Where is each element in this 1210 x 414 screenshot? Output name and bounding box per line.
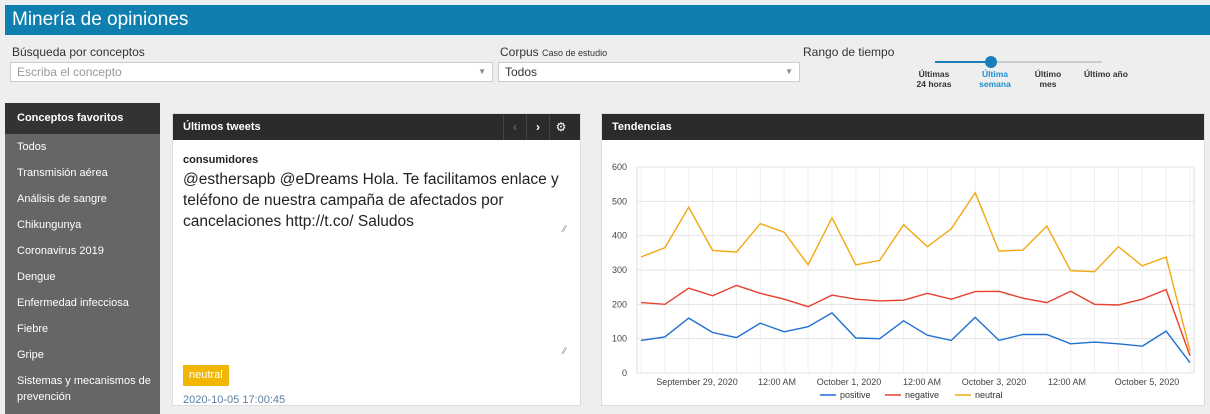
series-line-negative: [640, 284, 1191, 357]
concept-search-input[interactable]: Escriba el concepto ▼: [10, 62, 493, 82]
legend-label-neutral: neutral: [975, 390, 1003, 400]
corpus-label: Corpus Caso de estudio: [500, 45, 607, 59]
sentiment-badge: neutral: [183, 365, 229, 386]
corpus-select-value: Todos: [505, 65, 538, 79]
trends-panel: Tendencias 0 100 200 300 400 500 600 September …: [601, 113, 1205, 406]
sidebar-item-analisis-de-sangre[interactable]: Análisis de sangre: [5, 186, 160, 212]
sidebar-item-coronavirus-2019[interactable]: Coronavirus 2019: [5, 238, 160, 264]
sidebar-item-todos[interactable]: Todos: [5, 134, 160, 160]
sidebar-item-dengue[interactable]: Dengue: [5, 264, 160, 290]
corpus-select[interactable]: Todos ▼: [498, 62, 800, 82]
filter-bar: Búsqueda por conceptos Escriba el concep…: [5, 35, 1210, 103]
corpus-label-text: Corpus: [500, 45, 539, 59]
corpus-sublabel: Caso de estudio: [542, 48, 608, 58]
trends-panel-header: Tendencias: [602, 114, 1204, 140]
chevron-down-icon: ▼: [478, 67, 486, 76]
favorites-sidebar: Conceptos favoritos Todos Transmisión aé…: [5, 103, 160, 414]
legend-label-positive: positive: [840, 390, 871, 400]
range-option-week[interactable]: Última semana: [975, 69, 1015, 89]
chevron-right-icon[interactable]: ›: [526, 114, 549, 140]
tweet-text: @esthersapb @eDreams Hola. Te facilitamo…: [183, 171, 559, 230]
app-title-bar: Minería de opiniones: [5, 5, 1210, 35]
trends-chart: 0 100 200 300 400 500 600 September 29, 2020 12:…: [612, 162, 1195, 400]
range-option-month[interactable]: Último mes: [1033, 69, 1063, 89]
chevron-left-icon[interactable]: ‹: [503, 114, 526, 140]
y-tick-label: 200: [612, 299, 627, 309]
x-tick-label: 12:00 AM: [903, 377, 941, 387]
sidebar-item-gripe[interactable]: Gripe: [5, 342, 160, 368]
legend-label-negative: negative: [905, 390, 939, 400]
sidebar-item-enfermedad-infecciosa[interactable]: Enfermedad infecciosa: [5, 290, 160, 316]
sidebar-item-sistemas-prevencion[interactable]: Sistemas y mecanismos de prevención: [5, 368, 160, 408]
x-tick-label: October 5, 2020: [1115, 377, 1180, 387]
tweet-date: 2020-10-05 17:00:45: [183, 394, 286, 406]
concept-search-placeholder: Escriba el concepto: [17, 65, 122, 79]
y-tick-label: 600: [612, 162, 627, 172]
range-option-24h[interactable]: Últimas 24 horas: [914, 69, 954, 89]
tweet-user: consumidores: [183, 154, 259, 166]
series-line-neutral: [640, 191, 1191, 351]
time-range-slider-fill: [935, 61, 991, 63]
resize-handle-icon[interactable]: ⁄⁄: [563, 346, 566, 356]
x-tick-label: October 3, 2020: [962, 377, 1027, 387]
app-title: Minería de opiniones: [12, 9, 189, 30]
tweets-panel-title: Últimos tweets: [183, 121, 261, 133]
y-tick-label: 400: [612, 231, 627, 241]
time-range-label: Rango de tiempo: [803, 45, 895, 59]
sidebar-item-fiebre[interactable]: Fiebre: [5, 316, 160, 342]
resize-handle-icon[interactable]: ⁄⁄: [563, 224, 566, 234]
x-tick-label: September 29, 2020: [656, 377, 738, 387]
x-tick-label: 12:00 AM: [758, 377, 796, 387]
gear-icon[interactable]: ⚙: [549, 114, 572, 140]
y-tick-label: 300: [612, 265, 627, 275]
y-tick-label: 100: [612, 334, 627, 344]
time-range-slider-handle[interactable]: [985, 56, 997, 68]
chevron-down-icon: ▼: [785, 67, 793, 76]
sidebar-title: Conceptos favoritos: [5, 103, 160, 134]
series-line-positive: [640, 312, 1191, 364]
tweet-content[interactable]: consumidores @esthersapb @eDreams Hola. …: [183, 154, 575, 231]
sidebar-item-transmision-aerea[interactable]: Transmisión aérea: [5, 160, 160, 186]
range-option-year[interactable]: Último año: [1080, 69, 1132, 79]
y-tick-label: 500: [612, 196, 627, 206]
y-tick-label: 0: [622, 368, 627, 378]
sidebar-item-chikungunya[interactable]: Chikungunya: [5, 212, 160, 238]
concept-search-label: Búsqueda por conceptos: [12, 45, 145, 59]
x-tick-label: 12:00 AM: [1048, 377, 1086, 387]
x-tick-label: October 1, 2020: [817, 377, 882, 387]
tweets-panel: Últimos tweets ‹ › ⚙ consumidores @esthe…: [172, 113, 581, 406]
tweets-panel-header: Últimos tweets ‹ › ⚙: [173, 114, 580, 140]
trends-panel-title: Tendencias: [612, 121, 672, 133]
